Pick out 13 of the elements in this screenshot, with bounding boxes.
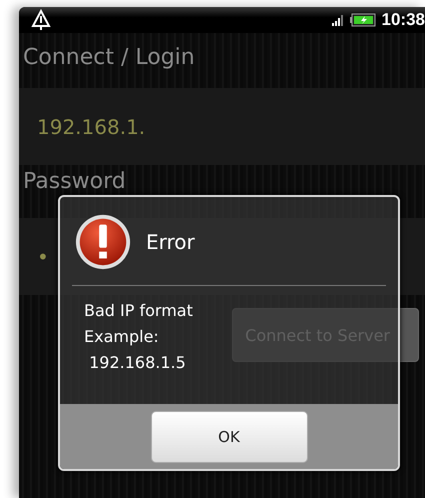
clock-time: 10:38 — [382, 10, 425, 30]
signal-icon — [332, 14, 344, 26]
message-text: Example: — [84, 326, 159, 348]
screen-title: Connect / Login — [22, 44, 196, 72]
dialog-title: Error — [146, 230, 195, 254]
ip-address-field[interactable]: 192.168.1. — [19, 88, 425, 165]
ok-button[interactable]: OK — [150, 411, 308, 463]
message-text: 192.168.1.5 — [88, 352, 186, 374]
error-icon — [74, 213, 132, 271]
warning-icon — [31, 9, 51, 31]
password-label: Password — [22, 168, 127, 196]
battery-icon — [350, 13, 376, 27]
message-text: Bad IP format — [84, 300, 193, 322]
